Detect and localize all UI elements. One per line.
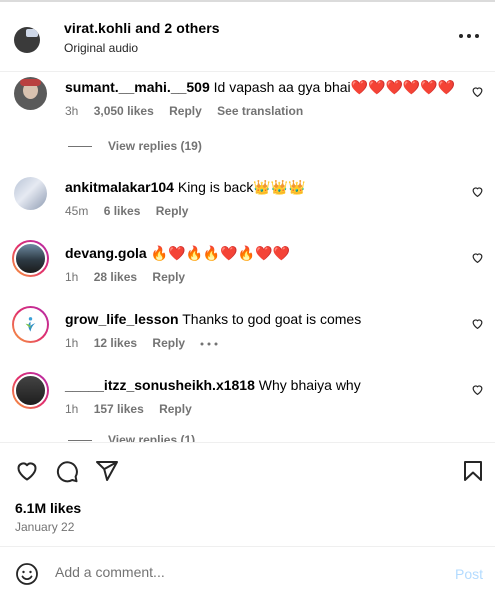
- heart-icon[interactable]: [471, 383, 484, 396]
- author-username[interactable]: virat.kohli: [64, 20, 131, 36]
- comment-likes[interactable]: 3,050 likes: [94, 104, 154, 118]
- reply-button[interactable]: Reply: [152, 336, 185, 350]
- bookmark-icon[interactable]: [461, 459, 485, 483]
- replies-dash: [68, 146, 92, 148]
- comment-meta: 3h 3,050 likes Reply See translation: [65, 104, 315, 118]
- comment-username[interactable]: grow_life_lesson: [65, 311, 179, 327]
- comment-meta: 45m 6 likes Reply: [65, 204, 200, 218]
- top-divider: [0, 0, 495, 2]
- comment-meta: 1h 12 likes Reply: [65, 336, 230, 350]
- comment-text-line: grow_life_lesson Thanks to god goat is c…: [65, 311, 361, 327]
- commenter-avatar[interactable]: [14, 177, 47, 210]
- comment-body: Thanks to god goat is comes: [182, 311, 362, 327]
- post-button[interactable]: Post: [455, 566, 483, 582]
- heart-icon[interactable]: [471, 185, 484, 198]
- comment-icon[interactable]: [55, 459, 79, 483]
- see-translation-button[interactable]: See translation: [217, 104, 303, 118]
- post-date[interactable]: January 22: [15, 520, 74, 534]
- view-replies-button[interactable]: View replies (19): [68, 139, 202, 153]
- comment-text-line: devang.gola 🔥❤️🔥🔥❤️🔥❤️❤️: [65, 245, 290, 262]
- reply-button[interactable]: Reply: [152, 270, 185, 284]
- heart-icon[interactable]: [471, 251, 484, 264]
- emoji-icon[interactable]: [15, 562, 39, 586]
- comment-input[interactable]: [55, 560, 435, 584]
- commenter-avatar[interactable]: [12, 240, 49, 277]
- comment-username[interactable]: _____itzz_sonusheikh.x1818: [65, 377, 255, 393]
- collaborators-link[interactable]: and 2 others: [135, 20, 219, 36]
- commenter-avatar[interactable]: [12, 306, 49, 343]
- comment-text-line: _____itzz_sonusheikh.x1818 Why bhaiya wh…: [65, 377, 361, 393]
- comment-options-icon[interactable]: [200, 342, 218, 346]
- author-line: virat.kohli and 2 others: [64, 20, 220, 36]
- comment-username[interactable]: devang.gola: [65, 245, 147, 261]
- comment-time: 1h: [65, 270, 79, 284]
- leaf-logo-icon: [25, 317, 36, 332]
- heart-icon[interactable]: [471, 317, 484, 330]
- comment-username[interactable]: sumant.__mahi.__509: [65, 79, 210, 95]
- comment-body: Id vapash aa gya bhai❤️❤️❤️❤️❤️❤️: [213, 79, 456, 95]
- comment-body: King is back👑👑👑: [177, 179, 306, 195]
- commenter-avatar[interactable]: [12, 372, 49, 409]
- comment-likes[interactable]: 157 likes: [94, 402, 144, 416]
- reply-button[interactable]: Reply: [156, 204, 189, 218]
- comment-time: 1h: [65, 402, 79, 416]
- comment-text-line: sumant.__mahi.__509 Id vapash aa gya bha…: [65, 79, 455, 96]
- comment-likes[interactable]: 28 likes: [94, 270, 137, 284]
- view-replies-button[interactable]: View replies (1): [68, 433, 195, 442]
- comment-username[interactable]: ankitmalakar104: [65, 179, 174, 195]
- likes-count[interactable]: 6.1M likes: [15, 500, 81, 516]
- comment-meta: 1h 28 likes Reply: [65, 270, 197, 284]
- share-icon[interactable]: [95, 459, 119, 483]
- comment-body: Why bhaiya why: [258, 377, 361, 393]
- commenter-avatar[interactable]: [14, 77, 47, 110]
- post-header: virat.kohli and 2 others Original audio: [0, 0, 495, 72]
- view-replies-label: View replies (19): [108, 139, 202, 153]
- view-replies-label: View replies (1): [108, 433, 196, 442]
- comment-composer: Post: [0, 546, 495, 595]
- comments-list[interactable]: sumant.__mahi.__509 Id vapash aa gya bha…: [0, 73, 495, 442]
- comment-time: 45m: [65, 204, 89, 218]
- comment-time: 3h: [65, 104, 79, 118]
- author-avatar[interactable]: [14, 27, 40, 53]
- comment-body: 🔥❤️🔥🔥❤️🔥❤️❤️: [150, 245, 291, 261]
- comment-meta: 1h 157 likes Reply: [65, 402, 204, 416]
- audio-label[interactable]: Original audio: [64, 41, 138, 55]
- comment-likes[interactable]: 12 likes: [94, 336, 137, 350]
- reply-button[interactable]: Reply: [169, 104, 202, 118]
- comment-text-line: ankitmalakar104 King is back👑👑👑: [65, 179, 306, 196]
- post-actions: 6.1M likes January 22: [0, 442, 495, 546]
- comment-time: 1h: [65, 336, 79, 350]
- heart-icon[interactable]: [15, 459, 39, 483]
- comment-likes[interactable]: 6 likes: [104, 204, 141, 218]
- reply-button[interactable]: Reply: [159, 402, 192, 416]
- more-icon[interactable]: [459, 28, 481, 44]
- heart-icon[interactable]: [471, 85, 484, 98]
